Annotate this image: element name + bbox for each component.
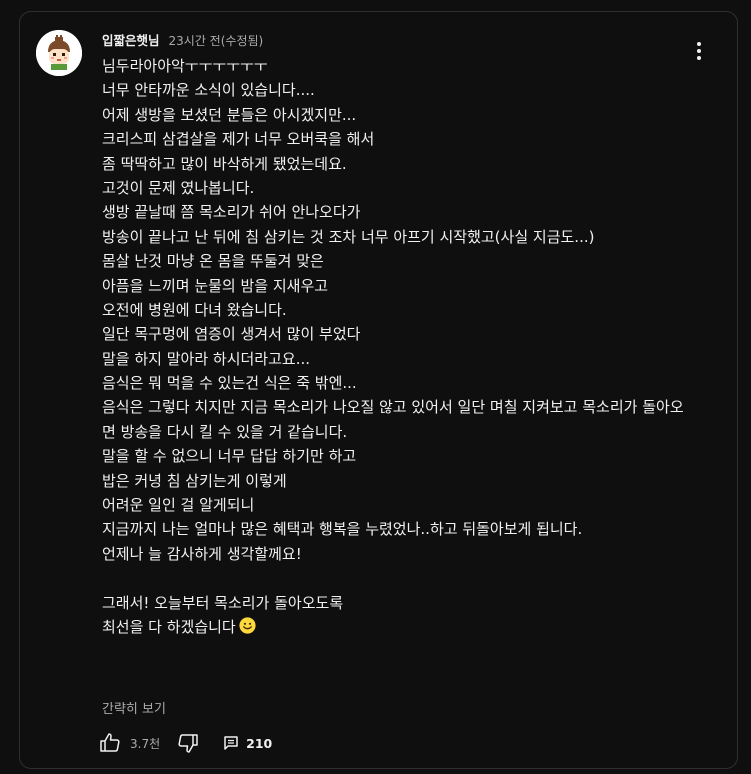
avatar[interactable] [36, 30, 82, 76]
like-count: 3.7천 [130, 736, 161, 751]
comment-actions: 3.7천 210 [98, 730, 272, 756]
show-less-link[interactable]: 간략히 보기 [102, 698, 166, 717]
thumbs-down-icon [178, 734, 198, 753]
comment-line: 오전에 병원에 다녀 왔습니다. [102, 300, 287, 319]
comment-line: 언제나 늘 감사하게 생각할께요! [102, 544, 302, 563]
comment-line: 님두라아아악ㅜㅜㅜㅜㅜㅜ [102, 57, 268, 75]
author-name[interactable]: 입짧은햇님 [102, 30, 160, 49]
comment-line: 어제 생방을 보셨던 분들은 아시겠지만... [102, 105, 357, 124]
dislike-button[interactable] [176, 731, 200, 755]
thumbs-up-icon [100, 733, 120, 752]
comment-line: 크리스피 삼겹살을 제가 너무 오버쿡을 해서 [102, 130, 375, 149]
comment-line: 방송이 끝나고 난 뒤에 침 삼키는 것 조차 너무 아프기 시작했고(사실 지… [102, 227, 595, 246]
comment-text: 님두라아아악ㅜㅜㅜㅜㅜㅜ 너무 안타까운 소식이 있습니다.... 어제 생방을… [102, 54, 692, 639]
comment-line: 음식은 그렇다 치지만 지금 목소리가 나오질 않고 있어서 일단 며칠 지켜보… [102, 398, 684, 441]
comment-last-line: 최선을 다 하겠습니다 [102, 615, 692, 639]
comment-line: 고것이 문제 였나봅니다. [102, 178, 255, 197]
comment-line: 밥은 커녕 침 삼키는게 이렇게 [102, 471, 287, 490]
comment-line: 말을 할 수 없으니 너무 답답 하기만 하고 [102, 447, 357, 466]
comment-line: 음식은 뭐 먹을 수 있는건 식은 죽 밖엔... [102, 374, 357, 393]
timestamp[interactable]: 23시간 전(수정됨) [169, 32, 264, 49]
smiling-face-emoji-icon [239, 617, 256, 634]
comment-blank-line [102, 566, 692, 590]
comment-line: 말을 하지 말아라 하시더라고요... [102, 349, 311, 368]
replies-button[interactable]: 210 [222, 734, 272, 752]
comment-header: 입짧은햇님 23시간 전(수정됨) [102, 30, 263, 48]
comment-line: 좀 딱딱하고 많이 바삭하게 됐었는데요. [102, 154, 347, 173]
comment-line: 너무 안타까운 소식이 있습니다.... [102, 81, 315, 100]
comment-line: 생방 끝날때 쯤 목소리가 쉬어 안나오다가 [102, 203, 361, 222]
comment-line: 아픔을 느끼며 눈물의 밤을 지새우고 [102, 276, 329, 295]
comment-line: 몸살 난것 마냥 온 몸을 뚜둘겨 맞은 [102, 252, 324, 271]
comment-line: 일단 목구멍에 염증이 생겨서 많이 부었다 [102, 325, 361, 344]
comment-line: 최선을 다 하겠습니다 [102, 618, 236, 637]
comment-line: 어려운 일인 걸 알게되니 [102, 496, 255, 515]
comment-line: 그래서! 오늘부터 목소리가 돌아오도록 [102, 593, 344, 612]
comment-line: 지금까지 나는 얼마나 많은 혜택과 행복을 누렸었나..하고 뒤돌아보게 됩니… [102, 520, 583, 539]
comment-replies-icon [224, 736, 238, 750]
reply-count: 210 [246, 735, 273, 751]
like-button[interactable]: 3.7천 [98, 731, 176, 755]
character-face-avatar-icon [36, 30, 82, 76]
